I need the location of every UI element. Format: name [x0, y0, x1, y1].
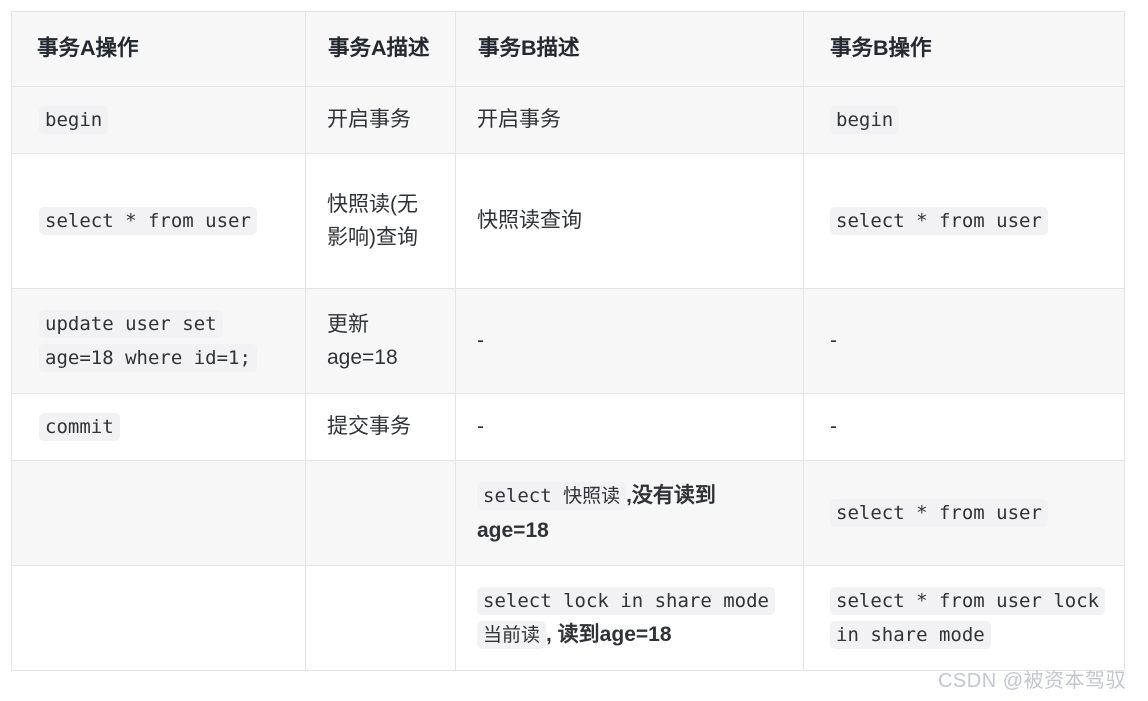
cell-text: 提交事务 — [327, 415, 411, 439]
sql-code-chip: select * from user — [830, 498, 1048, 527]
sql-code-chip: select * from user — [830, 206, 1048, 235]
cell-b-description: 开启事务 — [455, 85, 804, 154]
cell-b-operation: select * from user — [803, 459, 1125, 566]
cell-a-operation — [11, 459, 306, 566]
column-header-transaction-b-operation: 事务B操作 — [803, 11, 1125, 87]
cell-a-operation: select * from user — [11, 152, 306, 289]
cell-text: - — [830, 329, 837, 353]
sql-code-chip: update user set age=18 where id=1; — [39, 309, 257, 372]
cell-text: 快照读查询 — [477, 209, 582, 233]
sql-code-chip: select * from user lock in share mode — [830, 586, 1106, 649]
cell-a-description — [305, 459, 456, 566]
cell-text: 开启事务 — [327, 108, 411, 132]
column-header-transaction-b-description: 事务B描述 — [455, 11, 804, 87]
table-row: update user set age=18 where id=1; 更新age… — [11, 287, 1125, 394]
column-header-transaction-a-operation: 事务A操作 — [11, 11, 306, 87]
table-row: begin 开启事务 开启事务 begin — [11, 85, 1125, 154]
cell-text — [327, 512, 437, 513]
table-header: 事务A操作 事务A描述 事务B描述 事务B操作 — [11, 11, 1125, 87]
cell-a-description: 快照读(无影响)查询 — [305, 152, 456, 289]
transaction-comparison-table: 事务A操作 事务A描述 事务B描述 事务B操作 begin 开启事务 开启事务 … — [11, 11, 1125, 671]
table-body: begin 开启事务 开启事务 begin select * from user… — [11, 85, 1125, 671]
cell-text: - — [830, 415, 837, 439]
cell-b-operation: - — [803, 392, 1125, 461]
cell-a-operation: commit — [11, 392, 306, 461]
sql-code-chip: commit — [39, 412, 120, 441]
cell-a-operation: update user set age=18 where id=1; — [11, 287, 306, 394]
page-container: 事务A操作 事务A描述 事务B描述 事务B操作 begin 开启事务 开启事务 … — [0, 0, 1148, 701]
cell-text: 开启事务 — [477, 108, 561, 132]
sql-code-chip: select 快照读 — [477, 482, 627, 511]
sql-code-chip: begin — [39, 105, 109, 134]
table-row: select lock in share mode当前读, 读到age=18 s… — [11, 564, 1125, 671]
cell-text — [39, 617, 287, 618]
table-row: commit 提交事务 - - — [11, 392, 1125, 461]
cell-text: - — [477, 415, 484, 439]
cell-text: 更新age=18 — [327, 312, 398, 369]
cell-a-description: 提交事务 — [305, 392, 456, 461]
cell-b-operation: select * from user lock in share mode — [803, 564, 1125, 671]
cell-b-description: select 快照读 ,没有读到age=18 — [455, 459, 804, 566]
cell-b-description: - — [455, 392, 804, 461]
cell-a-description: 更新age=18 — [305, 287, 456, 394]
cell-a-operation — [11, 564, 306, 671]
cell-a-description — [305, 564, 456, 671]
cell-b-operation: begin — [803, 85, 1125, 154]
sql-code-chip: select * from user — [39, 206, 257, 235]
column-header-transaction-a-description: 事务A描述 — [305, 11, 456, 87]
cell-b-description: select lock in share mode当前读, 读到age=18 — [455, 564, 804, 671]
cell-b-operation: - — [803, 287, 1125, 394]
sql-code-chip: begin — [830, 105, 900, 134]
cell-b-operation: select * from user — [803, 152, 1125, 289]
csdn-watermark: CSDN @被资本驾驭 — [937, 670, 1126, 692]
table-row: select * from user 快照读(无影响)查询 快照读查询 sele… — [11, 152, 1125, 289]
cell-text: - — [477, 329, 484, 353]
cell-text: , 读到age=18 — [546, 622, 672, 646]
cell-text — [327, 617, 437, 618]
cell-b-description: - — [455, 287, 804, 394]
cell-a-description: 开启事务 — [305, 85, 456, 154]
table-header-row: 事务A操作 事务A描述 事务B描述 事务B操作 — [11, 11, 1125, 87]
cell-a-operation: begin — [11, 85, 306, 154]
cell-text — [39, 512, 287, 513]
table-row: select 快照读 ,没有读到age=18 select * from user — [11, 459, 1125, 566]
cell-b-description: 快照读查询 — [455, 152, 804, 289]
cell-text: 快照读(无影响)查询 — [327, 192, 418, 249]
